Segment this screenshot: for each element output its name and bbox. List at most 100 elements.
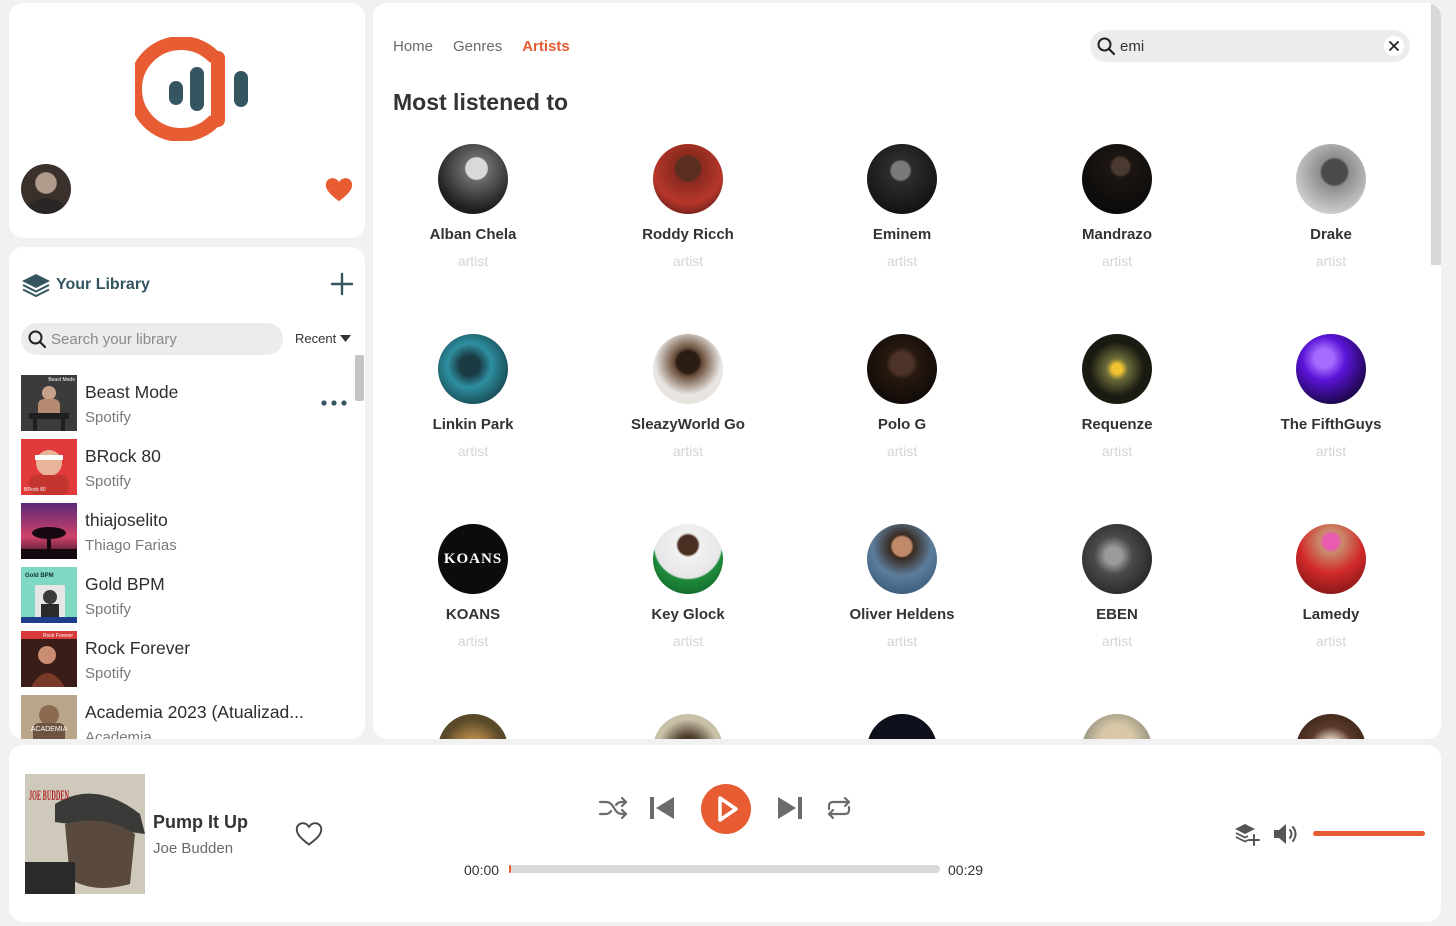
section-title: Most listened to [393,89,569,115]
clear-search-button[interactable] [1384,36,1404,56]
library-item[interactable]: Rock Forever Rock Forever Spotify [21,631,351,689]
now-playing-title: Pump It Up [153,812,248,832]
artist-card[interactable]: Eminem artist [812,144,992,269]
artist-card[interactable] [1241,714,1421,739]
now-playing-cover[interactable]: JOE BUDDEN [25,774,145,894]
library-item-name: Beast Mode [85,382,179,402]
artist-photo [1082,524,1152,594]
library-item-name: BRock 80 [85,446,161,466]
caret-down-icon [340,335,352,342]
nav-genres[interactable]: Genres [453,38,502,55]
equalizer-logo-icon [135,37,248,141]
search-icon [1097,37,1116,56]
queue-icon[interactable] [1234,822,1260,846]
logo-panel [9,3,365,238]
artist-card[interactable]: Key Glock artist [598,524,778,649]
artist-card[interactable] [383,714,563,739]
artist-card[interactable]: Mandrazo artist [1027,144,1207,269]
artist-type: artist [886,253,918,269]
cover-art: Beast Mode [21,375,77,431]
volume-icon[interactable] [1272,822,1300,846]
artist-card[interactable]: Roddy Ricch artist [598,144,778,269]
repeat-icon[interactable] [825,795,853,821]
artist-card[interactable]: Alban Chela artist [383,144,563,269]
play-button[interactable] [700,783,752,835]
artist-name: Roddy Ricch [642,226,734,243]
top-nav: Home Genres Artists [393,38,570,55]
close-icon [1389,41,1399,51]
artist-card[interactable]: Linkin Park artist [383,334,563,459]
artist-photo [1082,714,1152,739]
playlist-cover: ACADEMIA [21,695,77,739]
artist-card[interactable]: KOANS KOANS artist [383,524,563,649]
playlist-cover: BRock 80 [21,439,77,495]
nav-home[interactable]: Home [393,38,433,55]
artist-photo [867,334,937,404]
shuffle-icon[interactable] [598,795,628,821]
now-playing-artist[interactable]: Joe Budden [153,840,233,857]
search-input[interactable] [1120,37,1375,55]
library-item[interactable]: Beast Mode Beast Mode Spotify [21,375,351,433]
previous-icon[interactable] [648,795,676,821]
artist-type: artist [1101,253,1133,269]
library-item-subtitle: Spotify [85,665,131,682]
next-icon[interactable] [776,795,804,821]
artist-photo [1296,714,1366,739]
artist-name: Key Glock [651,606,725,623]
artist-type: artist [886,443,918,459]
playlist-cover: Gold BPM [21,567,77,623]
artist-card[interactable] [1027,714,1207,739]
main-scrollbar[interactable] [1431,3,1441,265]
cover-caption: ACADEMIA [31,726,68,733]
artist-name: Alban Chela [429,226,517,243]
favorites-heart-icon[interactable] [324,175,354,205]
player-bar: JOE BUDDEN Pump It Up Joe Budden 00:00 0… [9,745,1441,922]
library-item[interactable]: ACADEMIA Academia 2023 (Atualizad... Aca… [21,695,351,739]
library-item[interactable]: BRock 80 BRock 80 Spotify [21,439,351,497]
library-item[interactable]: thiajoselito Thiago Farias [21,503,351,561]
artist-card[interactable]: EBEN artist [1027,524,1207,649]
like-heart-icon[interactable] [295,821,323,847]
more-options-icon[interactable] [319,398,349,408]
artist-name: Eminem [872,226,932,243]
artist-type: artist [1101,443,1133,459]
artist-card[interactable]: Oliver Heldens artist [812,524,992,649]
artist-name: Oliver Heldens [849,606,955,623]
artist-type: artist [457,253,489,269]
cover-art: BRock 80 [21,439,77,495]
playlist-cover: Rock Forever [21,631,77,687]
koans-logo-text: KOANS [443,550,503,567]
library-search-input[interactable] [51,330,271,348]
artist-name: The FifthGuys [1280,416,1382,433]
artist-name: Linkin Park [432,416,514,433]
artist-photo [867,714,937,739]
library-title: Your Library [56,276,150,293]
playlist-cover: Beast Mode [21,375,77,431]
artist-card[interactable]: The FifthGuys artist [1241,334,1421,459]
artist-card[interactable]: Drake artist [1241,144,1421,269]
seek-bar[interactable] [509,865,940,873]
artist-card[interactable]: Polo G artist [812,334,992,459]
library-item[interactable]: Gold BPM Gold BPM Spotify [21,567,351,625]
library-scrollbar[interactable] [355,355,364,401]
artist-card[interactable]: SleazyWorld Go artist [598,334,778,459]
artist-card[interactable] [598,714,778,739]
artist-card[interactable] [812,714,992,739]
artist-photo [1296,144,1366,214]
artist-type: artist [457,443,489,459]
time-current: 00:00 [464,862,500,878]
artist-type: artist [1101,633,1133,649]
add-playlist-button[interactable] [329,271,355,297]
library-item-subtitle: Spotify [85,601,131,618]
nav-artists[interactable]: Artists [522,38,570,55]
library-item-name: Gold BPM [85,574,165,594]
user-avatar[interactable] [21,164,71,214]
artist-card[interactable]: Requenze artist [1027,334,1207,459]
volume-slider[interactable] [1313,831,1425,836]
cover-caption: Rock Forever [43,633,73,639]
library-sort-dropdown[interactable]: Recent [295,331,352,346]
library-header[interactable]: Your Library [20,271,150,299]
library-search [21,323,283,355]
artist-card[interactable]: Lamedy artist [1241,524,1421,649]
library-panel: Your Library Recent Beast Mode Beast Mod… [9,247,365,739]
